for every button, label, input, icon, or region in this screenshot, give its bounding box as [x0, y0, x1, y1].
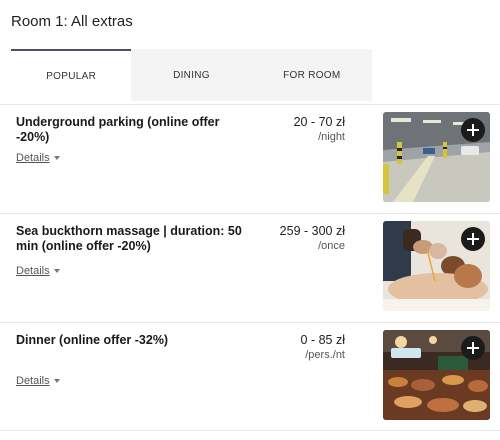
divider [0, 104, 500, 105]
add-extra-button[interactable] [461, 336, 485, 360]
offer-unit: /once [318, 240, 345, 252]
details-label: Details [16, 265, 50, 277]
divider [0, 430, 500, 431]
offer-name: Dinner (online offer -32%) [16, 333, 169, 347]
tab-dining[interactable]: DINING [131, 49, 252, 101]
offer-price: 20 - 70 zł [293, 115, 345, 129]
plus-icon [467, 124, 479, 136]
offer-name: Sea buckthorn massage | duration: 50 min… [16, 224, 242, 253]
offer-item-dinner: Dinner (online offer -32%) Details 0 - 8… [0, 322, 500, 431]
offer-item-massage: Sea buckthorn massage | duration: 50 min… [0, 213, 500, 321]
massage-photo [383, 221, 490, 311]
price-box: 259 - 300 zł /once [280, 224, 345, 254]
tab-popular[interactable]: POPULAR [11, 49, 132, 101]
restaurant-buffet-photo [383, 330, 490, 420]
details-toggle[interactable]: Details [16, 265, 60, 277]
divider [0, 322, 500, 323]
caret-down-icon [53, 379, 60, 384]
add-extra-button[interactable] [461, 227, 485, 251]
price-box: 0 - 85 zł /pers./nt [301, 333, 345, 363]
extras-tabs: POPULAR DINING FOR ROOM [11, 49, 372, 101]
offer-unit: /pers./nt [305, 349, 345, 361]
caret-down-icon [53, 269, 60, 274]
parking-garage-photo [383, 112, 490, 202]
details-toggle[interactable]: Details [16, 375, 60, 387]
details-label: Details [16, 152, 50, 164]
offer-name: Underground parking (online offer -20%) [16, 115, 220, 144]
tab-for-room[interactable]: FOR ROOM [251, 49, 372, 101]
caret-down-icon [53, 156, 60, 161]
plus-icon [467, 233, 479, 245]
plus-icon [467, 342, 479, 354]
offer-price: 0 - 85 zł [300, 333, 345, 347]
details-label: Details [16, 375, 50, 387]
room-title: Room 1: All extras [11, 13, 133, 30]
offer-item-parking: Underground parking (online offer -20%) … [0, 104, 500, 212]
details-toggle[interactable]: Details [16, 152, 60, 164]
divider [0, 213, 500, 214]
add-extra-button[interactable] [461, 118, 485, 142]
price-box: 20 - 70 zł /night [294, 115, 345, 145]
offer-unit: /night [318, 131, 345, 143]
offer-price: 259 - 300 zł [279, 224, 345, 238]
